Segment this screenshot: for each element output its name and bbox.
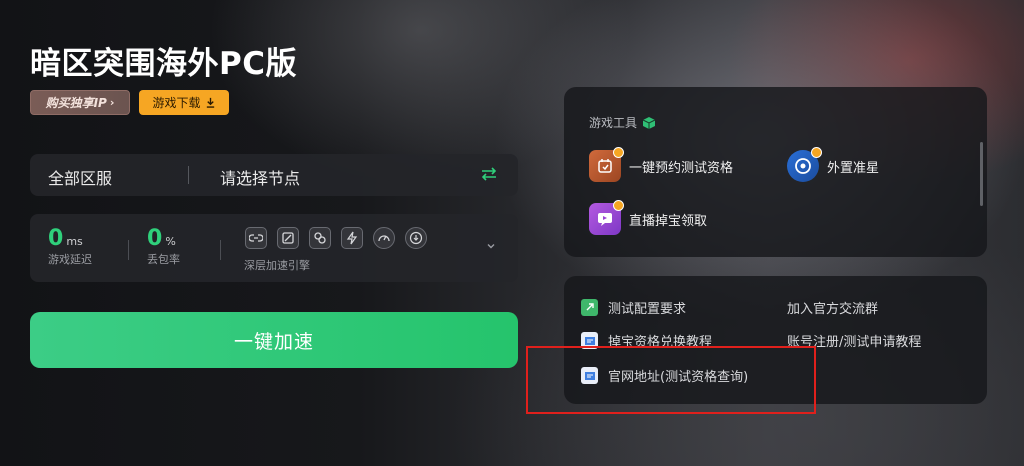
latency-value: 0 — [48, 226, 64, 251]
tool-item-label: 一键预约测试资格 — [629, 160, 734, 176]
region-selector[interactable]: 全部区服 — [48, 165, 112, 189]
node-selector[interactable]: 请选择节点 — [220, 165, 300, 189]
live-gift-icon — [589, 200, 624, 235]
update-badge — [613, 147, 624, 158]
divider — [188, 166, 189, 184]
cube-icon — [642, 116, 656, 129]
server-selector: 全部区服 请选择节点 — [30, 154, 518, 196]
link-icon — [581, 299, 598, 316]
download-icon — [206, 97, 214, 108]
speed-dial-icon[interactable] — [373, 227, 395, 249]
tools-title: 游戏工具 — [589, 114, 656, 131]
latency-label: 游戏延迟 — [48, 253, 92, 266]
one-click-accelerate-button[interactable]: 一键加速 — [30, 312, 518, 368]
screen-mode-icon[interactable] — [277, 227, 299, 249]
link-label: 加入官方交流群 — [787, 302, 879, 317]
chain-mode-icon[interactable] — [309, 227, 331, 249]
packet-loss-value: 0 — [147, 226, 163, 251]
tool-item-live-gift[interactable]: 直播掉宝领取 — [589, 200, 708, 235]
buy-ip-label: 购买独享IP — [45, 96, 107, 110]
latency-unit: ms — [66, 235, 83, 248]
divider — [220, 240, 221, 260]
game-title: 暗区突围海外PC版 — [30, 46, 297, 82]
engine-label: 深层加速引擎 — [244, 259, 310, 272]
crosshair-icon — [787, 147, 822, 182]
game-tools-panel: 游戏工具 一键预约测试资格 外置准星 直播掉宝领取 — [564, 87, 987, 257]
game-download-button[interactable]: 游戏下载 — [139, 90, 229, 115]
tool-item-label: 外置准星 — [827, 160, 880, 176]
tool-item-reserve-test[interactable]: 一键预约测试资格 — [589, 147, 734, 182]
link-join-group[interactable]: 加入官方交流群 — [787, 298, 878, 317]
tool-item-crosshair[interactable]: 外置准星 — [787, 147, 880, 182]
download-label: 游戏下载 — [152, 96, 201, 110]
engine-mode-icons — [245, 227, 427, 249]
latency-stat: 0 ms 游戏延迟 — [48, 226, 92, 267]
update-badge — [613, 200, 624, 211]
highlight-box — [526, 346, 816, 414]
packet-loss-label: 丢包率 — [147, 253, 180, 266]
packet-loss-stat: 0% 丢包率 — [147, 226, 180, 267]
tools-scrollbar[interactable] — [980, 142, 983, 206]
divider — [128, 240, 129, 260]
swap-icon[interactable] — [480, 165, 498, 183]
packet-loss-unit: % — [165, 235, 176, 248]
link-label: 测试配置要求 — [608, 302, 687, 317]
link-mode-icon[interactable] — [245, 227, 267, 249]
tools-title-text: 游戏工具 — [589, 116, 638, 130]
update-badge — [811, 147, 822, 158]
download-mode-icon[interactable] — [405, 227, 427, 249]
link-test-config[interactable]: 测试配置要求 — [581, 298, 686, 317]
chevron-right-icon: › — [109, 96, 115, 109]
tool-item-label: 直播掉宝领取 — [629, 213, 708, 229]
chevron-down-icon[interactable] — [485, 240, 497, 252]
lightning-mode-icon[interactable] — [341, 227, 363, 249]
buy-exclusive-ip-button[interactable]: 购买独享IP › — [30, 90, 130, 115]
acceleration-stats-panel: 0 ms 游戏延迟 0% 丢包率 深层加速引擎 — [30, 214, 518, 282]
calendar-icon — [589, 147, 624, 182]
